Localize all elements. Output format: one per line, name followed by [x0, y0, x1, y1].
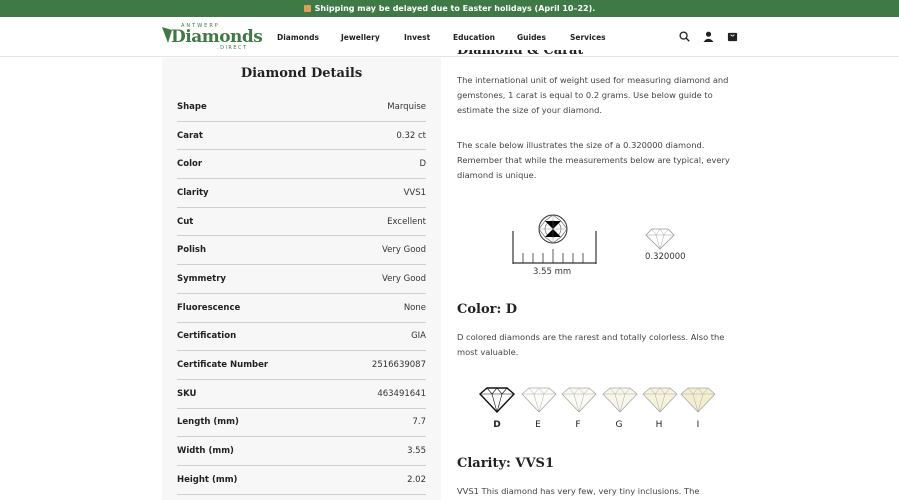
announcement-text: Shipping may be delayed due to Easter ho… [314, 4, 596, 13]
diamond-top-view-icon [538, 214, 568, 244]
nav-invest[interactable]: Invest [404, 33, 430, 42]
diamond-color-h-icon [642, 387, 678, 413]
site-header: ANTWERP Diamonds .DIRECT Diamonds Jewell… [0, 17, 899, 57]
detail-row: Length (mm) 7.7 [177, 409, 426, 438]
detail-key: Length (mm) [177, 417, 239, 428]
detail-value: None [403, 302, 426, 313]
nav-jewellery[interactable]: Jewellery [341, 33, 380, 42]
announcement-bar: Shipping may be delayed due to Easter ho… [0, 0, 899, 17]
detail-key: Height (mm) [177, 474, 238, 485]
site-logo[interactable]: ANTWERP Diamonds .DIRECT [162, 23, 263, 51]
detail-value: GIA [411, 331, 426, 342]
diamond-details-panel: Diamond Details Shape Marquise Carat 0.32 … [162, 58, 441, 500]
detail-key: Shape [177, 101, 207, 112]
color-grade-h[interactable]: H [649, 420, 669, 430]
detail-row: SKU 463491641 [177, 380, 426, 409]
diamond-size-label: 0.320000 [645, 252, 686, 262]
detail-value: Very Good [382, 273, 426, 284]
detail-key: Color [177, 159, 203, 170]
color-grade-i[interactable]: I [688, 420, 708, 430]
diamond-color-i-icon [680, 387, 716, 413]
detail-value: Excellent [387, 216, 426, 227]
detail-row: Symmetry Very Good [177, 265, 426, 294]
detail-row: Certificate Number 2516639087 [177, 351, 426, 380]
detail-row: Fluorescence None [177, 294, 426, 323]
detail-key: Carat [177, 130, 203, 141]
detail-row: Height (mm) 2.02 [177, 466, 426, 495]
detail-value: VVS1 [403, 187, 426, 198]
nav-services[interactable]: Services [570, 33, 606, 42]
detail-key: Certificate Number [177, 360, 269, 371]
carat-scale-description: The scale below illustrates the size of … [457, 140, 730, 180]
color-heading: Color: D [457, 302, 518, 317]
detail-value: 3.55 [407, 446, 426, 457]
detail-key: Certification [177, 331, 237, 342]
detail-row: Clarity VVS1 [177, 179, 426, 208]
detail-row: Shape Marquise [177, 93, 426, 122]
nav-guides[interactable]: Guides [517, 33, 546, 42]
panel-title: Diamond Details [240, 66, 363, 81]
scale-label: 3.55 mm [533, 267, 572, 277]
detail-value: 0.32 ct [396, 130, 426, 141]
details-table: Shape Marquise Carat 0.32 ct Color D Clarit… [177, 93, 426, 495]
color-grade-f[interactable]: F [568, 420, 588, 430]
diamond-color-g-icon [602, 387, 638, 413]
size-scale-illustration [512, 214, 597, 264]
carat-heading: Diamond & Carat [457, 50, 584, 58]
color-description: D colored diamonds are the rarest and to… [457, 332, 725, 357]
diamond-side-view-icon [645, 228, 675, 250]
diamond-color-d-icon [478, 387, 516, 414]
detail-key: Polish [177, 245, 207, 256]
color-grade-d[interactable]: D [487, 420, 507, 430]
detail-row: Width (mm) 3.55 [177, 437, 426, 466]
color-grade-e[interactable]: E [528, 420, 548, 430]
detail-row: Certification GIA [177, 323, 426, 352]
detail-value: Marquise [387, 101, 426, 112]
carat-description: The international unit of weight used fo… [457, 75, 729, 115]
cart-icon[interactable] [727, 31, 738, 42]
detail-key: Symmetry [177, 273, 226, 284]
detail-key: Fluorescence [177, 302, 241, 313]
color-scale-illustration [478, 387, 716, 414]
nav-diamonds[interactable]: Diamonds [277, 33, 319, 42]
detail-value: Very Good [382, 245, 426, 256]
diamond-color-f-icon [561, 387, 597, 413]
color-grade-g[interactable]: G [609, 420, 629, 430]
detail-key: Width (mm) [177, 446, 234, 457]
clarity-description: VVS1 This diamond has very few, very tin… [457, 486, 700, 496]
detail-row: Carat 0.32 ct [177, 122, 426, 151]
detail-value: D [419, 159, 426, 170]
logo-sub-text: .DIRECT [217, 45, 248, 51]
logo-main-text: Diamonds [171, 27, 263, 47]
detail-value: 2.02 [407, 474, 426, 485]
detail-row: Cut Excellent [177, 208, 426, 237]
account-icon[interactable] [703, 31, 714, 42]
detail-value: 463491641 [377, 388, 426, 399]
detail-value: 2516639087 [371, 360, 426, 371]
package-icon [303, 5, 311, 12]
detail-key: Cut [177, 216, 194, 227]
detail-value: 7.7 [412, 417, 426, 428]
clarity-heading: Clarity: VVS1 [457, 456, 554, 471]
detail-key: Clarity [177, 187, 209, 198]
search-icon[interactable] [679, 31, 690, 42]
nav-education[interactable]: Education [453, 33, 495, 42]
diamond-color-e-icon [521, 387, 557, 413]
detail-key: SKU [177, 388, 197, 399]
detail-row: Color D [177, 150, 426, 180]
detail-row: Polish Very Good [177, 236, 426, 266]
